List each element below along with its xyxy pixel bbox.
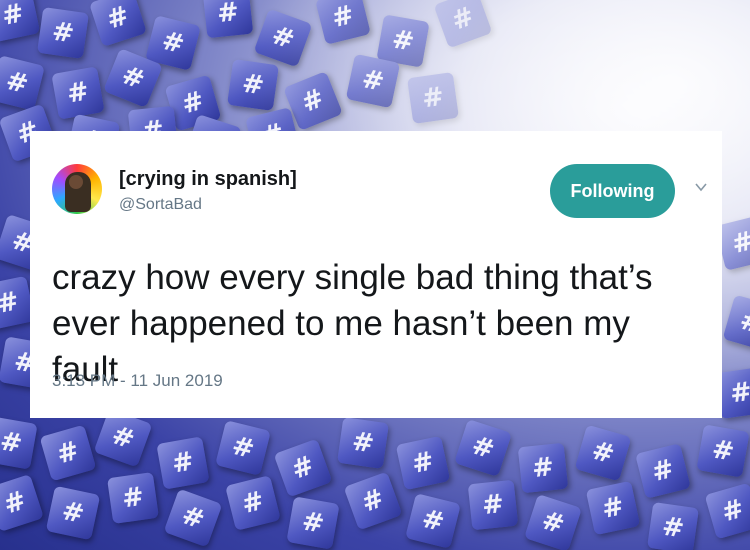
- hashtag-tile-icon: #: [454, 419, 512, 477]
- hashtag-tile-icon: #: [315, 0, 371, 45]
- hashtag-tile-icon: #: [0, 416, 38, 470]
- tweet-timestamp[interactable]: 3:13 PM - 11 Jun 2019: [52, 371, 223, 391]
- hashtag-tile-icon: #: [517, 442, 569, 494]
- hashtag-tile-icon: #: [89, 0, 147, 47]
- hashtag-tile-icon: #: [39, 424, 97, 482]
- hashtag-tile-icon: #: [337, 417, 389, 469]
- hashtag-tile-icon: #: [574, 424, 632, 482]
- hashtag-tile-icon: #: [163, 488, 223, 548]
- hashtag-tile-icon: #: [0, 474, 44, 532]
- hashtag-tile-icon: #: [202, 0, 254, 39]
- hashtag-tile-icon: #: [405, 493, 461, 549]
- hashtag-tile-icon: #: [704, 482, 750, 540]
- hashtag-tile-icon: #: [407, 72, 459, 124]
- hashtag-tile-icon: #: [524, 494, 582, 550]
- user-handle[interactable]: @SortaBad: [119, 196, 202, 214]
- hashtag-tile-icon: #: [0, 0, 41, 43]
- hashtag-tile-icon: #: [0, 55, 45, 111]
- hashtag-tile-icon: #: [273, 438, 333, 498]
- hashtag-tile-icon: #: [433, 0, 493, 49]
- hashtag-tile-icon: #: [286, 496, 340, 550]
- hashtag-tile-icon: #: [345, 53, 401, 109]
- chevron-down-icon[interactable]: [695, 181, 707, 193]
- hashtag-tile-icon: #: [253, 8, 313, 68]
- avatar-face: [69, 175, 83, 189]
- avatar[interactable]: [52, 164, 102, 214]
- following-button[interactable]: Following: [550, 164, 675, 218]
- hashtag-tile-icon: #: [647, 502, 699, 550]
- hashtag-tile-icon: #: [107, 472, 159, 524]
- hashtag-tile-icon: #: [225, 475, 281, 531]
- hashtag-tile-icon: #: [585, 480, 641, 536]
- hashtag-tile-icon: #: [635, 443, 691, 499]
- hashtag-tile-icon: #: [467, 479, 519, 531]
- hashtag-tile-icon: #: [215, 420, 271, 476]
- hashtag-tile-icon: #: [51, 66, 105, 120]
- hashtag-tile-icon: #: [696, 424, 750, 478]
- hashtag-tile-icon: #: [227, 59, 279, 111]
- tweet-card: [crying in spanish] @SortaBad Following …: [30, 131, 722, 418]
- hashtag-tile-icon: #: [395, 435, 451, 491]
- display-name[interactable]: [crying in spanish]: [119, 168, 297, 191]
- hashtag-tile-icon: #: [722, 294, 750, 352]
- hashtag-tile-icon: #: [343, 471, 403, 531]
- hashtag-tile-icon: #: [45, 485, 101, 541]
- hashtag-tile-icon: #: [37, 7, 89, 59]
- hashtag-tile-icon: #: [156, 436, 210, 490]
